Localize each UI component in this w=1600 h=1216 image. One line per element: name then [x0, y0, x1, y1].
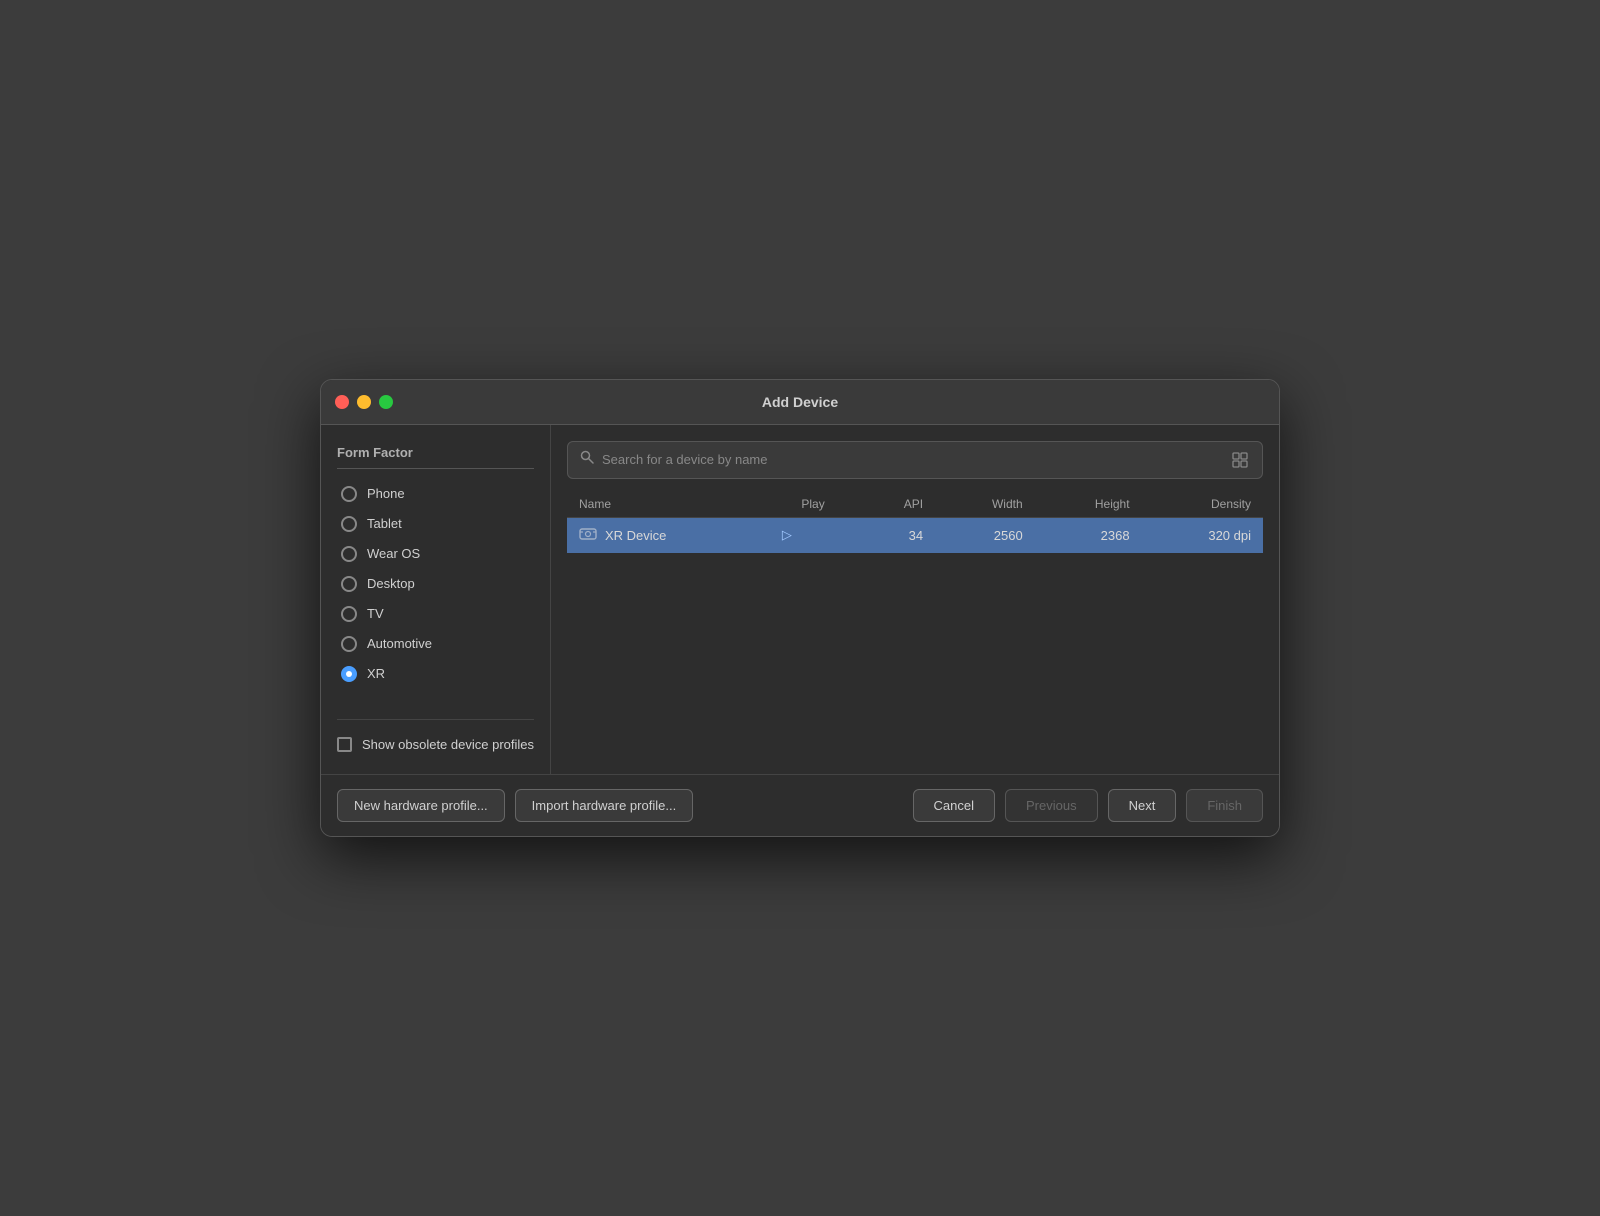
show-obsolete-label: Show obsolete device profiles [362, 736, 534, 754]
search-icon [580, 450, 594, 469]
form-factor-heading: Form Factor [337, 445, 534, 469]
minimize-button[interactable] [357, 395, 371, 409]
radio-circle-wear-os [341, 546, 357, 562]
radio-item-tablet[interactable]: Tablet [337, 511, 534, 537]
radio-label-tv: TV [367, 606, 384, 621]
window-controls [335, 395, 393, 409]
col-header-name: Name [567, 491, 770, 518]
radio-item-wear-os[interactable]: Wear OS [337, 541, 534, 567]
radio-label-automotive: Automotive [367, 636, 432, 651]
radio-item-tv[interactable]: TV [337, 601, 534, 627]
device-table: Name Play API Width Height Density [567, 491, 1263, 758]
radio-circle-tablet [341, 516, 357, 532]
radio-label-desktop: Desktop [367, 576, 415, 591]
device-name-text: XR Device [605, 528, 666, 543]
radio-circle-tv [341, 606, 357, 622]
col-header-play: Play [770, 491, 856, 518]
play-button[interactable]: ▷ [782, 527, 792, 543]
main-content: Form Factor Phone Tablet Wear OS Desktop [321, 425, 1279, 774]
search-input[interactable] [602, 452, 1222, 467]
col-header-height: Height [1035, 491, 1142, 518]
col-header-api: API [856, 491, 935, 518]
finish-button: Finish [1186, 789, 1263, 822]
radio-item-automotive[interactable]: Automotive [337, 631, 534, 657]
radio-label-wear-os: Wear OS [367, 546, 420, 561]
device-name-cell: XR Device [567, 517, 770, 553]
form-factor-radio-group: Phone Tablet Wear OS Desktop TV [337, 481, 534, 687]
sidebar: Form Factor Phone Tablet Wear OS Desktop [321, 425, 551, 774]
radio-circle-automotive [341, 636, 357, 652]
bottom-bar: New hardware profile... Import hardware … [321, 774, 1279, 836]
dialog-title: Add Device [762, 394, 838, 410]
title-bar: Add Device [321, 380, 1279, 425]
search-bar [567, 441, 1263, 479]
radio-item-xr[interactable]: XR [337, 661, 534, 687]
device-height-cell: 2368 [1035, 517, 1142, 553]
show-obsolete-checkbox[interactable] [337, 737, 352, 752]
cancel-button[interactable]: Cancel [913, 789, 995, 822]
maximize-button[interactable] [379, 395, 393, 409]
device-width-cell: 2560 [935, 517, 1035, 553]
radio-circle-phone [341, 486, 357, 502]
radio-label-tablet: Tablet [367, 516, 402, 531]
radio-circle-desktop [341, 576, 357, 592]
table-view-button[interactable] [1230, 450, 1250, 470]
radio-item-desktop[interactable]: Desktop [337, 571, 534, 597]
radio-circle-xr [341, 666, 357, 682]
col-header-density: Density [1142, 491, 1263, 518]
device-type-icon [579, 527, 597, 544]
radio-label-phone: Phone [367, 486, 405, 501]
device-play-cell: ▷ [770, 517, 856, 553]
table-row[interactable]: XR Device ▷ 3425602368320 dpi [567, 517, 1263, 553]
import-hardware-profile-button[interactable]: Import hardware profile... [515, 789, 694, 822]
radio-label-xr: XR [367, 666, 385, 681]
col-header-width: Width [935, 491, 1035, 518]
next-button[interactable]: Next [1108, 789, 1177, 822]
device-density-cell: 320 dpi [1142, 517, 1263, 553]
radio-item-phone[interactable]: Phone [337, 481, 534, 507]
close-button[interactable] [335, 395, 349, 409]
device-api-cell: 34 [856, 517, 935, 553]
content-area: Name Play API Width Height Density [551, 425, 1279, 774]
show-obsolete-checkbox-item[interactable]: Show obsolete device profiles [337, 736, 534, 754]
new-hardware-profile-button[interactable]: New hardware profile... [337, 789, 505, 822]
add-device-dialog: Add Device Form Factor Phone Tablet Wear… [320, 379, 1280, 837]
sidebar-divider [337, 719, 534, 720]
previous-button[interactable]: Previous [1005, 789, 1098, 822]
